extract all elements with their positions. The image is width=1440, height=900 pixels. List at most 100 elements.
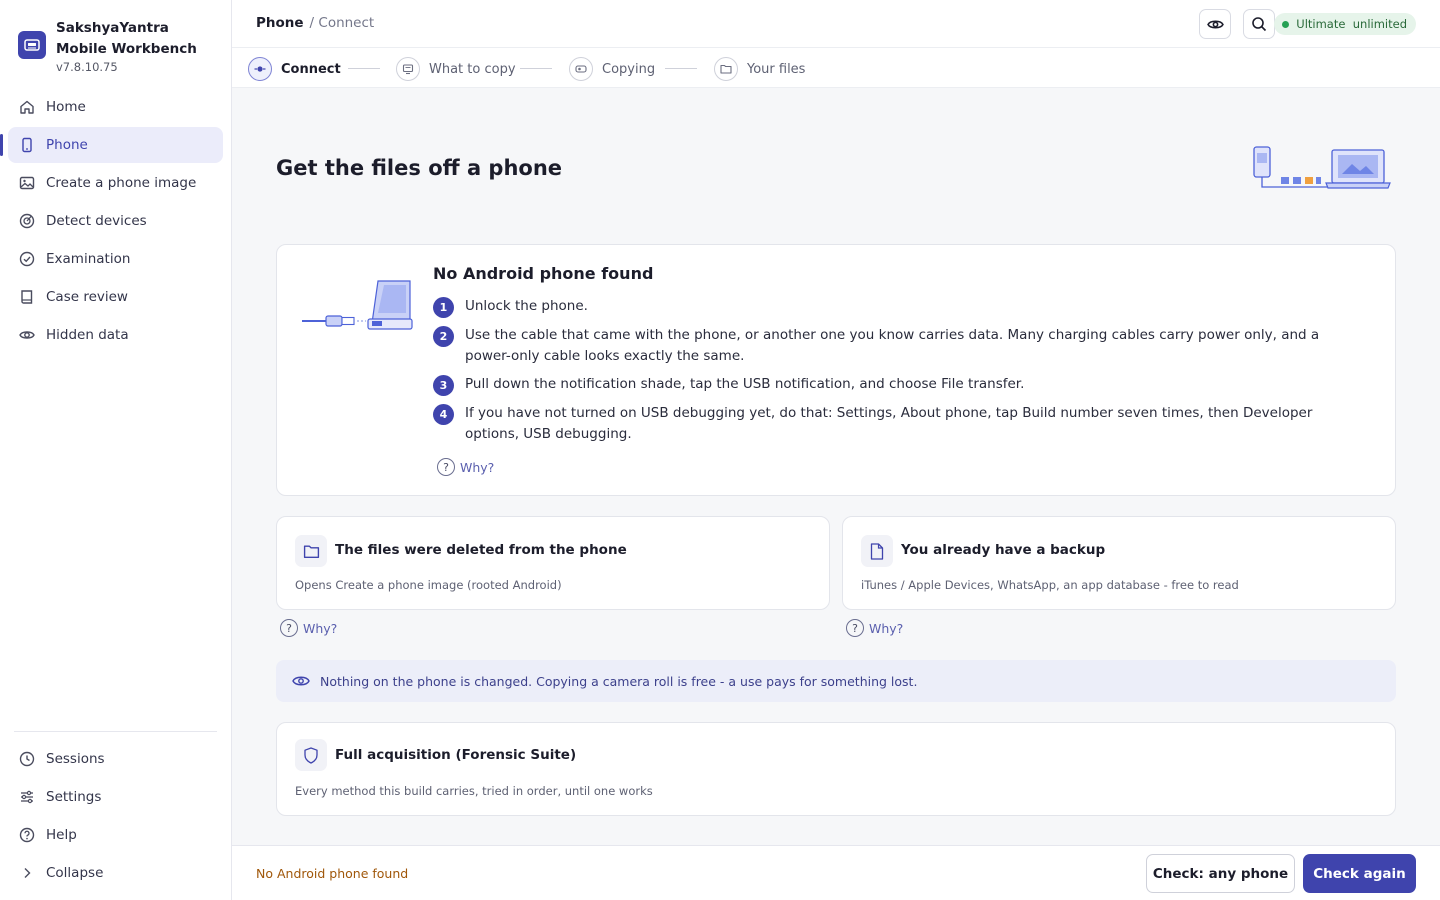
chevron-right-icon <box>19 865 35 881</box>
top-bar: Phone / Connect Ultimate unlimited <box>232 0 1440 48</box>
phone-icon <box>19 137 35 153</box>
sidebar-item-case-review[interactable]: Case review <box>8 279 223 315</box>
help-icon <box>19 827 35 843</box>
deleted-files-option-card[interactable]: The files were deleted from the phone Op… <box>276 516 830 610</box>
shield-icon <box>295 739 327 771</box>
brand: SakshyaYantra Mobile Workbench v7.8.10.7… <box>18 18 216 74</box>
sidebar-item-label: Create a phone image <box>46 175 197 191</box>
instruction-text: Use the cable that came with the phone, … <box>465 327 1320 364</box>
backup-option-card[interactable]: You already have a backup iTunes / Apple… <box>842 516 1396 610</box>
option-subtitle: Every method this build carries, tried i… <box>295 784 653 798</box>
sidebar: SakshyaYantra Mobile Workbench v7.8.10.7… <box>0 0 232 900</box>
clock-icon <box>19 751 35 767</box>
step-what-to-copy[interactable]: What to copy <box>396 57 516 81</box>
sidebar-item-phone[interactable]: Phone <box>0 127 223 163</box>
step-your-files[interactable]: Your files <box>714 57 805 81</box>
sidebar-item-create-phone-image[interactable]: Create a phone image <box>8 165 223 201</box>
step-number-badge: 1 <box>433 297 454 318</box>
option-title: Full acquisition (Forensic Suite) <box>335 747 577 763</box>
connection-status: No Android phone found <box>256 866 409 881</box>
sidebar-item-help[interactable]: Help <box>8 817 223 853</box>
image-icon <box>19 175 35 191</box>
app-version: v7.8.10.75 <box>56 60 118 74</box>
sidebar-item-examination[interactable]: Examination <box>8 241 223 277</box>
connect-icon <box>248 57 272 81</box>
sidebar-item-label: Detect devices <box>46 213 147 229</box>
eye-icon <box>292 674 310 688</box>
instruction-item: 1 Unlock the phone. <box>433 296 1363 318</box>
why-link[interactable]: ? Why? <box>846 619 903 637</box>
search-button[interactable] <box>1243 9 1275 39</box>
sidebar-item-label: Collapse <box>46 865 104 881</box>
step-connector <box>665 68 697 69</box>
check-circle-icon <box>19 251 35 267</box>
sidebar-item-home[interactable]: Home <box>8 89 223 125</box>
sidebar-item-detect-devices[interactable]: Detect devices <box>8 203 223 239</box>
monitor-icon <box>396 57 420 81</box>
home-icon <box>19 99 35 115</box>
instruction-text: Pull down the notification shade, tap th… <box>465 376 1025 392</box>
step-label: Copying <box>602 61 656 77</box>
progress-stepper: Connect What to copy Copying Your files <box>232 48 1440 88</box>
question-icon: ? <box>280 619 298 637</box>
step-number-badge: 4 <box>433 404 454 425</box>
search-icon <box>1251 16 1267 32</box>
breadcrumb: Phone / Connect <box>256 15 374 31</box>
app-logo-icon <box>18 31 46 59</box>
why-label: Why? <box>303 620 338 636</box>
sidebar-item-label: Phone <box>46 137 88 153</box>
breadcrumb-page: / Connect <box>309 15 375 31</box>
action-footer: No Android phone found Check: any phone … <box>232 845 1440 900</box>
step-number-badge: 2 <box>433 326 454 347</box>
sidebar-item-label: Examination <box>46 251 131 267</box>
why-label: Why? <box>869 620 904 636</box>
full-acquisition-card[interactable]: Full acquisition (Forensic Suite) Every … <box>276 722 1396 816</box>
check-again-button[interactable]: Check again <box>1303 854 1416 893</box>
step-label: What to copy <box>429 61 516 77</box>
step-copying[interactable]: Copying <box>569 57 655 81</box>
radar-icon <box>19 213 35 229</box>
sidebar-item-sessions[interactable]: Sessions <box>8 741 223 777</box>
instruction-text: If you have not turned on USB debugging … <box>465 405 1313 442</box>
sidebar-item-label: Home <box>46 99 86 115</box>
instruction-item: 2 Use the cable that came with the phone… <box>433 325 1363 367</box>
step-connector <box>520 68 552 69</box>
usb-cable-illustration <box>302 279 414 333</box>
sliders-icon <box>19 789 35 805</box>
step-label: Connect <box>281 61 341 77</box>
sidebar-nav: Home Phone Create a phone image Detect d… <box>0 89 223 355</box>
preview-button[interactable] <box>1199 9 1231 39</box>
instruction-item: 3 Pull down the notification shade, tap … <box>433 374 1363 396</box>
sidebar-item-hidden-data[interactable]: Hidden data <box>8 317 223 353</box>
plan-badge: Ultimate unlimited <box>1274 13 1416 35</box>
phone-to-laptop-illustration <box>1252 144 1392 194</box>
eye-icon <box>1206 16 1224 33</box>
sidebar-divider <box>14 731 217 732</box>
step-connect[interactable]: Connect <box>248 57 341 81</box>
check-any-phone-button[interactable]: Check: any phone <box>1146 854 1295 893</box>
sidebar-item-label: Help <box>46 827 77 843</box>
folder-icon <box>714 57 738 81</box>
page-title: Get the files off a phone <box>276 156 563 180</box>
sidebar-item-label: Settings <box>46 789 102 805</box>
question-icon: ? <box>437 458 455 476</box>
why-label: Why? <box>460 459 495 475</box>
sidebar-item-settings[interactable]: Settings <box>8 779 223 815</box>
sidebar-item-collapse[interactable]: Collapse <box>8 855 223 891</box>
app-name: SakshyaYantra Mobile Workbench <box>56 20 197 57</box>
notice-text: Nothing on the phone is changed. Copying… <box>320 673 918 689</box>
sidebar-item-label: Case review <box>46 289 128 305</box>
status-dot-icon <box>1282 20 1290 28</box>
plan-badge-label: Ultimate unlimited <box>1296 17 1407 31</box>
option-subtitle: iTunes / Apple Devices, WhatsApp, an app… <box>861 578 1239 592</box>
step-connector <box>348 68 380 69</box>
sidebar-bottom-nav: Sessions Settings Help Collapse <box>8 741 223 893</box>
instruction-list: 1 Unlock the phone. 2 Use the cable that… <box>433 296 1363 452</box>
eye-icon <box>19 327 35 343</box>
option-subtitle: Opens Create a phone image (rooted Andro… <box>295 578 562 592</box>
breadcrumb-section[interactable]: Phone <box>256 15 304 31</box>
step-label: Your files <box>747 61 806 77</box>
why-link[interactable]: ? Why? <box>437 458 494 476</box>
question-icon: ? <box>846 619 864 637</box>
why-link[interactable]: ? Why? <box>280 619 337 637</box>
